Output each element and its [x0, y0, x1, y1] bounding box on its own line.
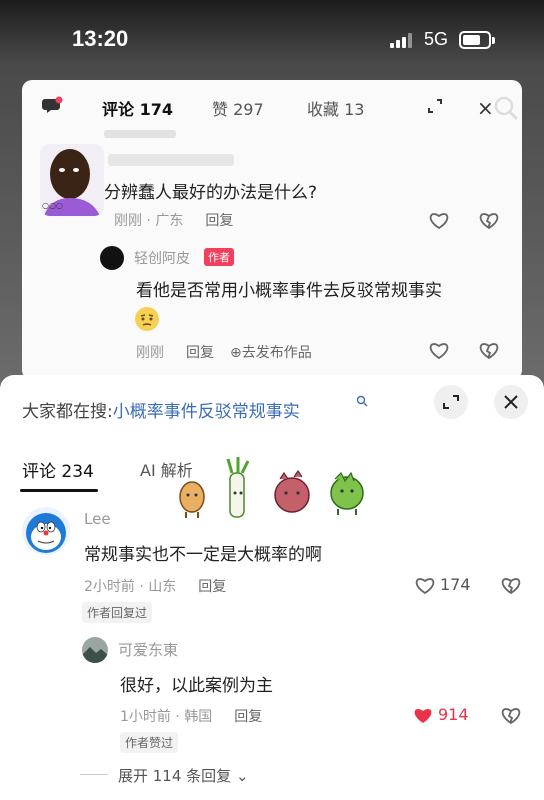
status-time: 13:20: [72, 26, 129, 51]
chevron-down-icon: ⌄: [235, 767, 249, 785]
author-liked-tag: 作者赞过: [120, 732, 179, 753]
broken-heart-icon[interactable]: [478, 340, 500, 360]
author-replied-tag: 作者回复过: [82, 602, 153, 623]
search-icon[interactable]: [356, 395, 368, 407]
expand-replies-label: 展开 114 条回复: [118, 767, 232, 785]
reply-button[interactable]: 回复: [234, 709, 262, 725]
svg-text:○○○: ○○○: [42, 201, 63, 210]
expand-replies-button[interactable]: 展开 114 条回复 ⌄: [118, 765, 249, 786]
reply-button[interactable]: 回复: [186, 345, 214, 361]
blurred-text: [104, 130, 176, 138]
reply-button[interactable]: 回复: [198, 579, 226, 595]
comment-time: 2小时前 · 山东: [84, 579, 177, 595]
comment-username[interactable]: Lee: [84, 510, 111, 528]
author-reply-text: 看他是否常用小概率事件去反驳常规事实: [136, 281, 442, 301]
heart-icon[interactable]: [414, 575, 436, 595]
author-reply-time: 刚刚: [136, 345, 164, 361]
heart-icon[interactable]: [412, 705, 434, 725]
search-query-link[interactable]: 小概率事件反驳常规事实: [113, 402, 300, 422]
status-bar: 13:20 5G: [0, 0, 544, 80]
reply-meta: 1小时前 · 韩国 回复: [120, 706, 262, 726]
close-icon: [504, 395, 518, 409]
thinking-face-icon: [135, 307, 159, 331]
reply-button[interactable]: 回复: [205, 213, 233, 229]
search-icon[interactable]: [492, 94, 520, 122]
search-suggestion[interactable]: 大家都在搜:小概率事件反驳常规事实: [22, 397, 300, 422]
network-type: 5G: [424, 29, 449, 49]
author-avatar[interactable]: [100, 246, 124, 270]
reply-user-avatar[interactable]: [82, 637, 108, 663]
battery-icon: [459, 31, 495, 49]
signal-icon: [390, 32, 416, 48]
broken-heart-icon[interactable]: [500, 705, 522, 725]
blurred-username: [108, 154, 234, 166]
close-button[interactable]: [494, 385, 528, 419]
author-badge: 作者: [204, 248, 234, 266]
divider: [80, 774, 108, 775]
like-count: 174: [440, 575, 471, 594]
comment-sheet: 大家都在搜:小概率事件反驳常规事实 评论 234 AI 解析 Lee 常规事实也…: [0, 375, 544, 800]
tab-comments[interactable]: 评论 174: [102, 96, 173, 120]
expand-icon: [443, 395, 459, 409]
reply-text: 很好，以此案例为主: [120, 676, 273, 696]
expand-button[interactable]: [434, 385, 468, 419]
comment-text: 常规事实也不一定是大概率的啊: [84, 545, 322, 565]
back-tab-bar: 评论 174 赞 297 收藏 13 ×: [22, 94, 522, 122]
publish-post-link[interactable]: ⊕去发布作品: [230, 345, 312, 361]
tab-likes[interactable]: 赞 297: [212, 96, 264, 120]
tab-saves[interactable]: 收藏 13: [307, 96, 364, 120]
comment-time: 刚刚 · 广东: [114, 213, 184, 229]
comment-text: 分辨蠢人最好的办法是什么?: [104, 183, 318, 203]
like-count: 914: [438, 705, 469, 724]
reply-time: 1小时前 · 韩国: [120, 709, 213, 725]
heart-icon[interactable]: [428, 340, 450, 360]
broken-heart-icon[interactable]: [500, 575, 522, 595]
reply-username[interactable]: 可爱东東: [118, 639, 178, 660]
author-reply-meta: 刚刚 回复 ⊕去发布作品: [136, 342, 312, 362]
author-name[interactable]: 轻创阿皮: [134, 248, 190, 268]
expand-icon[interactable]: [427, 98, 443, 114]
publish-post-label: 去发布作品: [241, 345, 312, 361]
background-comment-panel: 评论 174 赞 297 收藏 13 × ○○○ 分辨蠢人最好的办法是什么? 刚…: [22, 80, 522, 380]
tab-comments[interactable]: 评论 234: [22, 457, 94, 482]
chat-bubble-icon[interactable]: [42, 96, 64, 116]
active-tab-indicator: [20, 489, 98, 492]
user-avatar[interactable]: ○○○: [40, 144, 104, 216]
comment-meta: 刚刚 · 广东 回复: [114, 210, 233, 230]
broken-heart-icon[interactable]: [478, 210, 500, 230]
heart-icon[interactable]: [428, 210, 450, 230]
search-prefix: 大家都在搜:: [22, 402, 113, 422]
user-avatar[interactable]: [22, 507, 70, 555]
comment-meta: 2小时前 · 山东 回复: [84, 576, 226, 596]
mascot-stickers: [179, 457, 364, 518]
